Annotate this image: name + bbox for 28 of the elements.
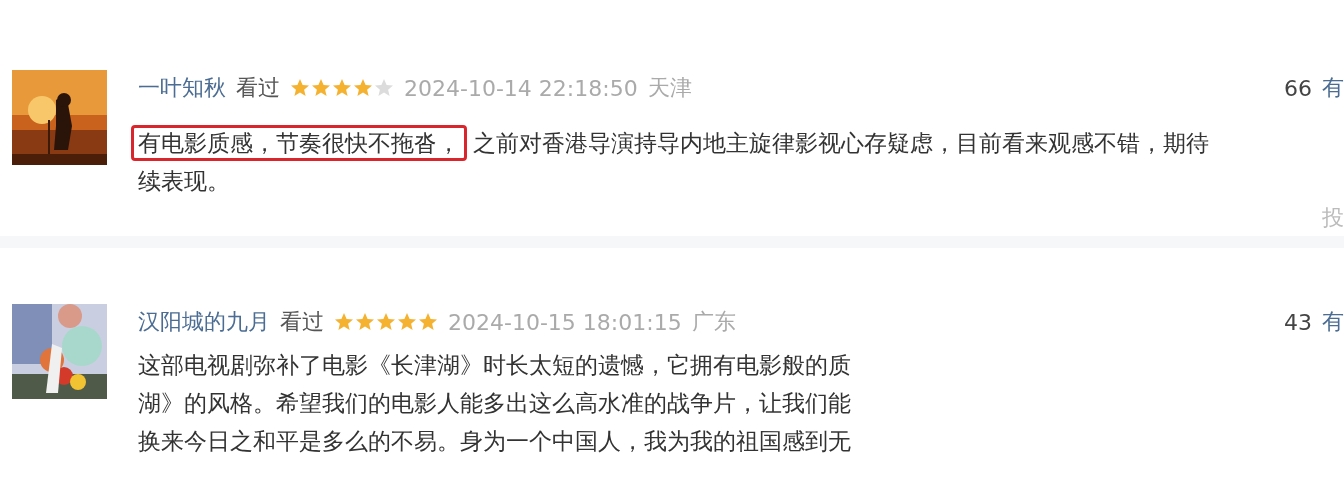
star-icon — [290, 78, 310, 98]
review-text: 之前对香港导演持导内地主旋律影视心存疑虑，目前看来观感不错，期待 — [473, 129, 1209, 158]
watch-status: 看过 — [280, 308, 324, 336]
highlighted-text: 有电影质感，节奏很快不拖沓， — [131, 125, 467, 161]
star-icon — [374, 78, 394, 98]
star-icon — [418, 312, 438, 332]
vote-count: 43 — [1284, 309, 1312, 335]
review-text: 换来今日之和平是多么的不易。身为一个中国人，我为我的祖国感到无 — [138, 427, 851, 456]
star-icon — [311, 78, 331, 98]
star-icon — [376, 312, 396, 332]
review-text: 这部电视剧弥补了电影《长津湖》时长太短的遗憾，它拥有电影般的质 — [138, 351, 851, 380]
useful-link[interactable]: 有 — [1322, 73, 1344, 103]
star-icon — [332, 78, 352, 98]
review-time: 2024-10-15 18:01:15 — [448, 309, 682, 335]
star-icon — [353, 78, 373, 98]
user-name[interactable]: 汉阳城的九月 — [138, 307, 270, 337]
watch-status: 看过 — [236, 74, 280, 102]
review-text: 续表现。 — [138, 167, 230, 196]
star-icon — [355, 312, 375, 332]
review-text: 湖》的风格。希望我们的电影人能多出这么高水准的战争片，让我们能 — [138, 389, 851, 418]
review-location: 广东 — [691, 308, 736, 336]
star-icon — [334, 312, 354, 332]
vote-count: 66 — [1284, 75, 1312, 101]
useful-link[interactable]: 有 — [1322, 307, 1344, 337]
user-name[interactable]: 一叶知秋 — [138, 73, 226, 103]
review-time: 2024-10-14 22:18:50 — [404, 75, 638, 101]
star-icon — [397, 312, 417, 332]
review-location: 天津 — [647, 74, 692, 102]
